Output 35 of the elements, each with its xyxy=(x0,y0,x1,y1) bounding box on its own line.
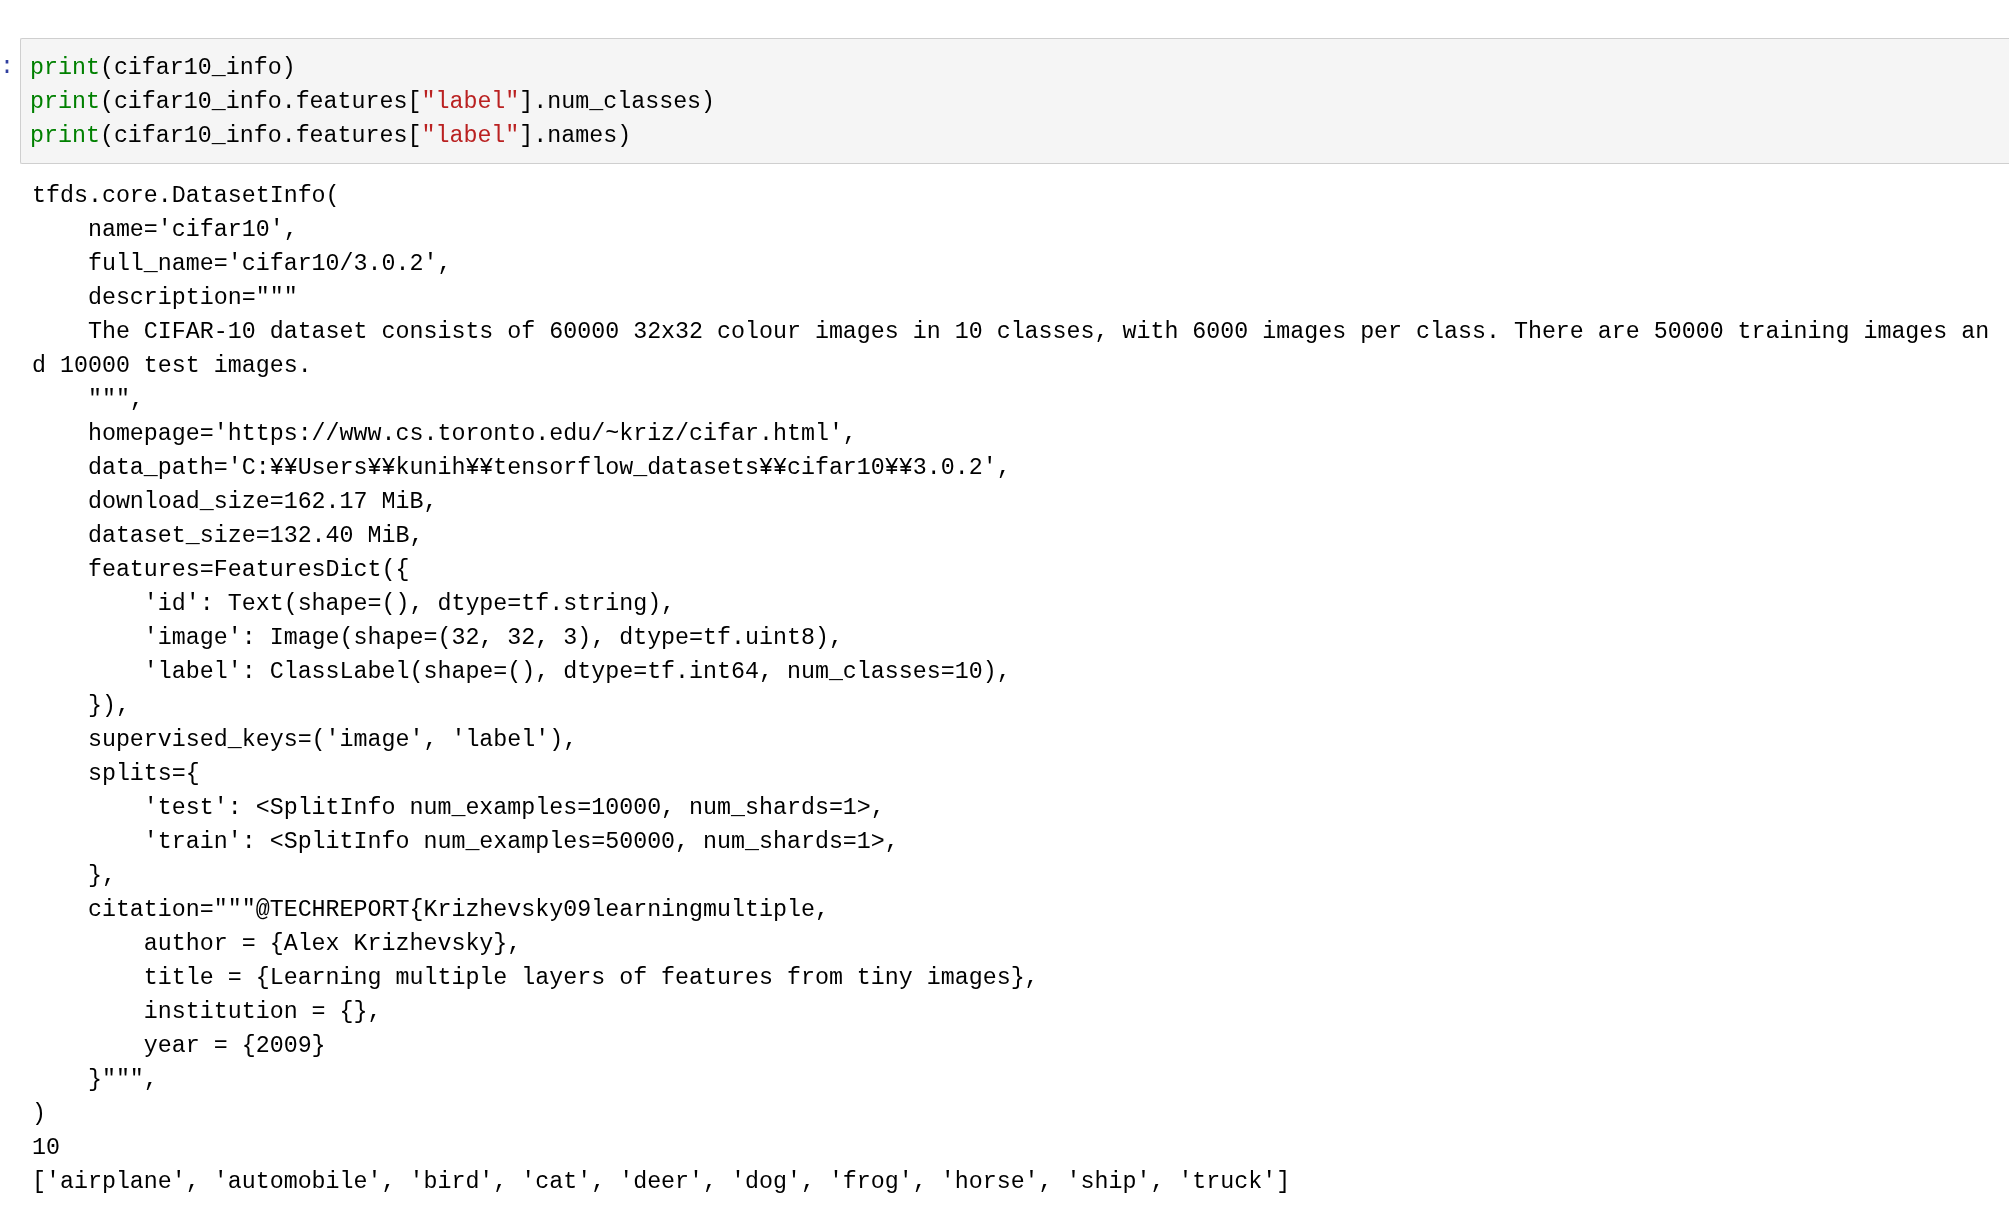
output-line: 10 xyxy=(32,1134,60,1163)
output-line: 'label': ClassLabel(shape=(), dtype=tf.int64, num_classes=10), xyxy=(142,658,1011,687)
output-line: 'id': Text(shape=(), dtype=tf.string), xyxy=(142,590,676,619)
output-line: 'test': <SplitInfo num_examples=10000, num_shards=1>, xyxy=(142,794,885,823)
output-line: author = {Alex Krizhevsky}, xyxy=(142,930,522,959)
output-line: download_size=162.17 MiB, xyxy=(86,488,438,517)
output-line: description=""" xyxy=(86,284,298,313)
output-line: citation="""@TECHREPORT{Krizhevsky09learningmultiple, xyxy=(86,896,829,925)
output-line: supervised_keys=('image', 'label'), xyxy=(86,726,578,755)
output-line: homepage='https://www.cs.toronto.edu/~kriz/cifar.html', xyxy=(86,420,857,449)
output-line: dataset_size=132.40 MiB, xyxy=(86,522,424,551)
output-line: ) xyxy=(32,1100,46,1129)
output-line: year = {2009} xyxy=(142,1032,326,1061)
code-line: print(cifar10_info.features["label"].num_classes) xyxy=(30,88,716,117)
output-line: features=FeaturesDict({ xyxy=(86,556,410,585)
output-line: name='cifar10', xyxy=(86,216,298,245)
output-line: institution = {}, xyxy=(142,998,382,1027)
code-cell[interactable]: print(cifar10_info) print(cifar10_info.features["label"].num_classes) print(cifar10_info.features["label"].names) xyxy=(20,38,2009,164)
output-line: full_name='cifar10/3.0.2', xyxy=(86,250,452,279)
output-line: ['airplane', 'automobile', 'bird', 'cat', 'deer', 'dog', 'frog', 'horse', 'ship', 'truck'] xyxy=(32,1168,1291,1197)
code-line: print(cifar10_info.features["label"].names) xyxy=(30,122,632,151)
cell-prompt: : xyxy=(0,53,15,82)
output-line: 'train': <SplitInfo num_examples=50000, num_shards=1>, xyxy=(142,828,899,857)
output-line: }), xyxy=(86,692,130,721)
output-line: The CIFAR-10 dataset consists of 60000 32x32 colour images in 10 classes, with 6000 images per class. There are 50000 training images an xyxy=(86,318,1990,347)
output-line: }, xyxy=(86,862,116,891)
output-line: splits={ xyxy=(86,760,200,789)
code-line: print(cifar10_info) xyxy=(30,54,296,83)
output-line: d 10000 test images. xyxy=(32,352,312,381)
output-line: tfds.core.DatasetInfo( xyxy=(32,182,340,211)
output-line: title = {Learning multiple layers of features from tiny images}, xyxy=(142,964,1039,993)
output-line: data_path='C:¥¥Users¥¥kunih¥¥tensorflow_datasets¥¥cifar10¥¥3.0.2', xyxy=(86,454,1011,483)
output-line: }""", xyxy=(86,1066,158,1095)
output-line: 'image': Image(shape=(32, 32, 3), dtype=tf.uint8), xyxy=(142,624,843,653)
output-line: """, xyxy=(86,386,144,415)
